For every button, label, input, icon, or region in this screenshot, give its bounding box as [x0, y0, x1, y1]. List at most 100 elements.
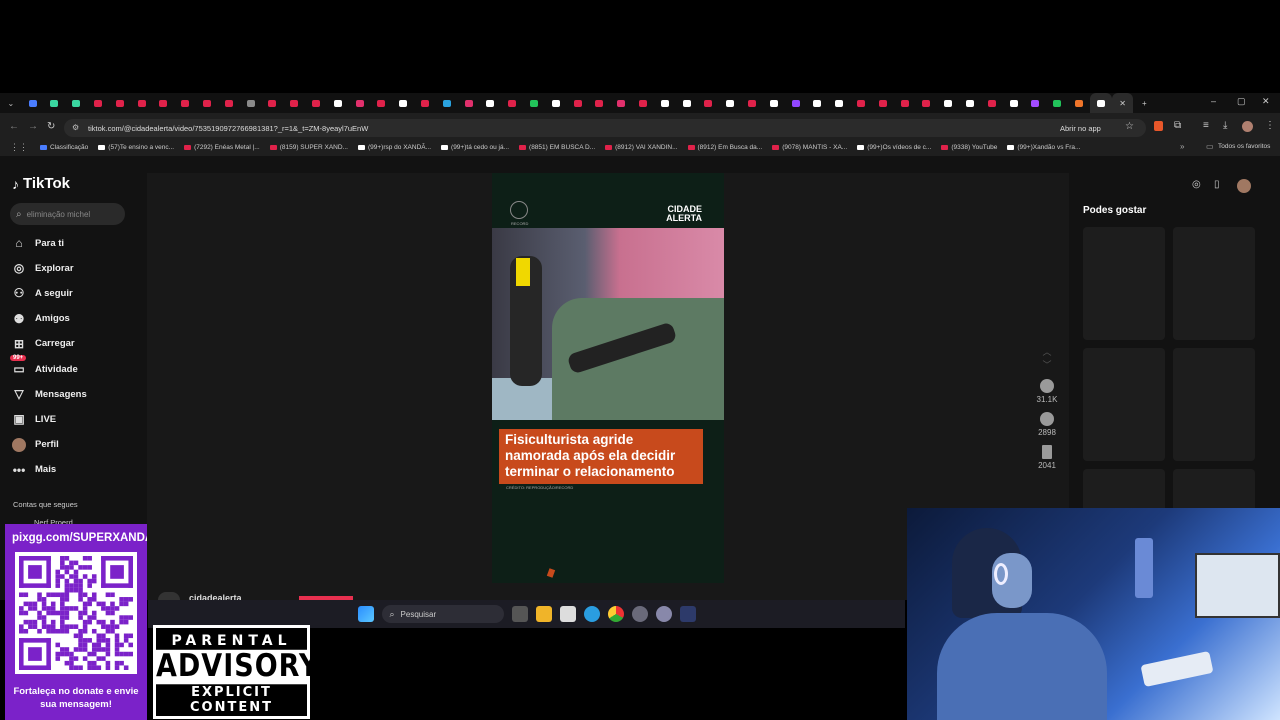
browser-tab[interactable]: [392, 93, 414, 113]
browser-tab[interactable]: [283, 93, 305, 113]
tiktok-logo[interactable]: ♪ TikTok: [12, 175, 70, 192]
reload-icon[interactable]: ↻: [47, 121, 55, 132]
bookmark-item[interactable]: (99+)Xandão vs Fra...: [1007, 144, 1080, 151]
browser-tab[interactable]: [87, 93, 109, 113]
browser-tab[interactable]: [741, 93, 763, 113]
menu-icon[interactable]: ⋮: [1265, 120, 1275, 131]
browser-tab[interactable]: [131, 93, 153, 113]
browser-tab[interactable]: [719, 93, 741, 113]
bookmark-item[interactable]: (99+)tá cedo ou já...: [441, 144, 509, 151]
browser-tab[interactable]: [414, 93, 436, 113]
browser-tab[interactable]: [676, 93, 698, 113]
browser-tab[interactable]: [872, 93, 894, 113]
extensions-icon[interactable]: ⧉: [1174, 120, 1181, 131]
rec-card[interactable]: [1083, 227, 1165, 340]
browser-tab[interactable]: [44, 93, 66, 113]
site-info-icon[interactable]: ⚙: [72, 123, 79, 132]
edge-icon[interactable]: [583, 606, 600, 622]
bookmark-item[interactable]: (8851) EM BUSCA D...: [519, 144, 595, 151]
browser-tab[interactable]: [196, 93, 218, 113]
next-video-icon[interactable]: ﹀: [1030, 358, 1064, 371]
browser-tab[interactable]: [1089, 93, 1112, 113]
bookmark-item[interactable]: (9078) MANTIS - XA...: [772, 144, 847, 151]
browser-tab[interactable]: [894, 93, 916, 113]
browser-tab[interactable]: [240, 93, 262, 113]
browser-tab[interactable]: [698, 93, 720, 113]
browser-tab[interactable]: [371, 93, 393, 113]
browser-tab[interactable]: [22, 93, 44, 113]
browser-tab[interactable]: [632, 93, 654, 113]
sidebar-item-amigos[interactable]: ⚉ Amigos: [12, 312, 70, 326]
brave-shield-icon[interactable]: [1154, 121, 1163, 131]
browser-tab[interactable]: [567, 93, 589, 113]
browser-tab[interactable]: [981, 93, 1003, 113]
browser-tab[interactable]: [589, 93, 611, 113]
bookmark-item[interactable]: (9338) YouTube: [941, 144, 997, 151]
taskbar-search[interactable]: ⌕ Pesquisar: [381, 605, 504, 623]
rec-card[interactable]: [1173, 348, 1255, 461]
browser-tab[interactable]: [654, 93, 676, 113]
like-icon[interactable]: [1040, 379, 1054, 393]
prev-video-icon[interactable]: ︿: [1030, 345, 1064, 358]
search-input[interactable]: ⌕ eliminação michel: [10, 203, 125, 225]
browser-tab[interactable]: [959, 93, 981, 113]
phone-icon[interactable]: ▯: [1214, 179, 1220, 190]
sidebar-item-carregar[interactable]: ⊞ Carregar: [12, 337, 75, 351]
sidebar-item-a-seguir[interactable]: ⚇ A seguir: [12, 286, 73, 300]
rec-card[interactable]: [1083, 348, 1165, 461]
sidebar-item-para-ti[interactable]: ⌂ Para ti: [12, 236, 64, 250]
all-bookmarks-link[interactable]: Todos os favoritos: [1218, 143, 1270, 150]
file-explorer-icon[interactable]: [535, 606, 552, 622]
bookmark-item[interactable]: (8159) SUPER XAND...: [269, 144, 348, 151]
browser-tab[interactable]: [545, 93, 567, 113]
browser-tab[interactable]: [785, 93, 807, 113]
settings-icon[interactable]: [655, 606, 672, 622]
more-bookmarks-icon[interactable]: »: [1180, 142, 1184, 151]
download-icon[interactable]: ⤓: [1223, 120, 1227, 131]
browser-tab[interactable]: [262, 93, 284, 113]
browser-tab[interactable]: [218, 93, 240, 113]
browser-tab[interactable]: [480, 93, 502, 113]
browser-tab[interactable]: [1046, 93, 1068, 113]
browser-tab[interactable]: [501, 93, 523, 113]
tab-list-dropdown[interactable]: ⌄: [0, 93, 22, 113]
compass-icon[interactable]: ◎: [1192, 179, 1201, 190]
close-tab-icon[interactable]: ✕: [1111, 93, 1134, 113]
browser-tab[interactable]: [523, 93, 545, 113]
sidebar-item-live[interactable]: ▣ LIVE: [12, 412, 56, 426]
browser-tab[interactable]: [937, 93, 959, 113]
obs-icon[interactable]: [631, 606, 648, 622]
browser-tab[interactable]: [458, 93, 480, 113]
browser-tab[interactable]: [1068, 93, 1090, 113]
author-avatar[interactable]: [158, 592, 180, 600]
close-window-icon[interactable]: ✕: [1262, 96, 1270, 107]
sidebar-item-explorar[interactable]: ◎ Explorar: [12, 261, 74, 275]
steam-icon[interactable]: [679, 606, 696, 622]
minimize-icon[interactable]: –: [1211, 96, 1216, 106]
star-icon[interactable]: ☆: [1125, 121, 1134, 132]
maximize-icon[interactable]: ▢: [1237, 96, 1246, 107]
browser-tab[interactable]: [174, 93, 196, 113]
open-in-app-button[interactable]: Abrir no app: [1060, 124, 1101, 133]
new-tab-icon[interactable]: +: [1133, 93, 1155, 113]
forward-icon[interactable]: →: [28, 121, 38, 132]
browser-tab[interactable]: [305, 93, 327, 113]
windows-start-icon[interactable]: [357, 606, 374, 622]
sidebar-item-perfil[interactable]: Perfil: [12, 437, 59, 452]
bookmark-icon[interactable]: [1042, 445, 1052, 459]
browser-tab[interactable]: [327, 93, 349, 113]
rec-card[interactable]: [1173, 227, 1255, 340]
browser-tab[interactable]: [828, 93, 850, 113]
browser-tab[interactable]: [65, 93, 87, 113]
browser-tab[interactable]: [1003, 93, 1025, 113]
sidebar-item-mensagens[interactable]: ▽ Mensagens: [12, 387, 86, 401]
browser-tab[interactable]: [153, 93, 175, 113]
browser-tab[interactable]: [109, 93, 131, 113]
back-icon[interactable]: ←: [9, 121, 19, 132]
browser-tab[interactable]: [850, 93, 872, 113]
browser-tab[interactable]: [1024, 93, 1046, 113]
task-view-icon[interactable]: [511, 606, 528, 622]
sidebar-item-mais[interactable]: ••• Mais: [12, 463, 56, 477]
bookmark-item[interactable]: (7292) Enéas Metal |...: [184, 144, 260, 151]
browser-tab[interactable]: [915, 93, 937, 113]
